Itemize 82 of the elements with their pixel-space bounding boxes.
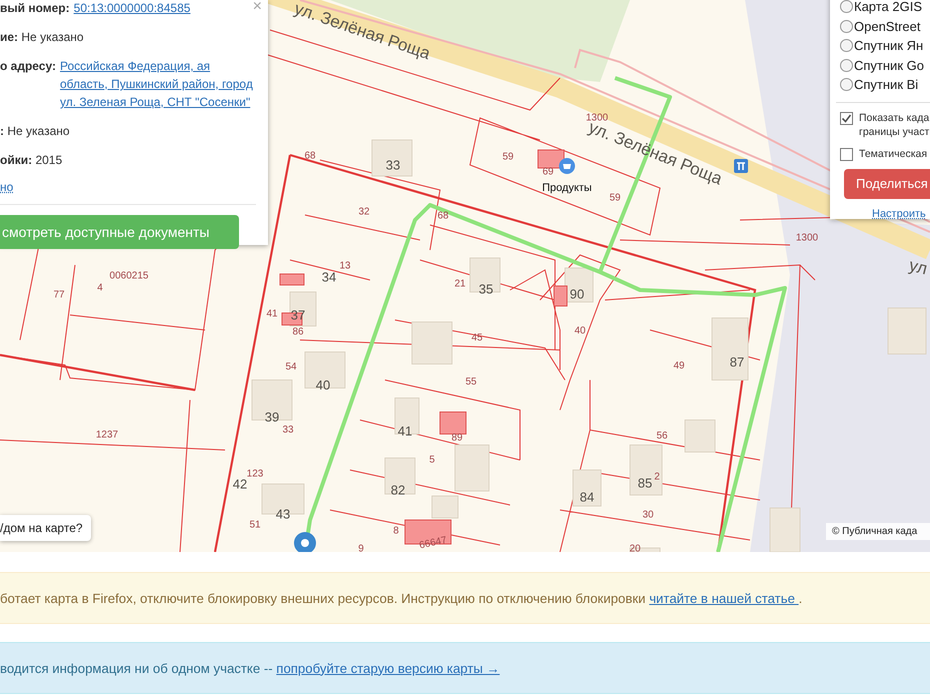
property-link[interactable]: Российская Федерация, ая область, Пушкинский район, город ул. Зеленая Роща, СНТ "Сосенки" [60,57,256,111]
map-hint[interactable]: /дом на карте? [0,515,91,541]
house-number: 39 [264,409,280,424]
parcel-number: 30 [642,510,654,521]
house-number: 41 [398,423,412,438]
house-number: 37 [290,307,306,322]
parcel-number: 13 [339,260,351,272]
checkbox-label: Тематическая [859,146,928,160]
parcel-number: 54 [285,362,297,373]
parcel-number: 56 [656,430,668,442]
checkbox[interactable] [840,112,853,124]
parcel-number: 68 [437,210,449,222]
notice-text: водится информация ни об одном участке -- попробуйте старую версию карты → [0,660,500,676]
radio-button[interactable] [840,39,853,52]
property-row: о адресу: Российская Федерация, ая область, Пушкинский район, город ул. Зеленая Роща, СНТ "Сосенки" [0,57,256,111]
property-row-text: вый номер: 50:13:0000000:84585 [0,0,192,17]
share-button[interactable]: Поделиться [844,168,930,198]
parcel-number: 0060215 [110,270,148,282]
property-row-text: ойки: 2015 [0,152,64,169]
radio-button[interactable] [840,58,853,72]
parcel-number: 20 [629,544,641,552]
house-number: 42 [232,476,248,492]
shop-marker-icon [559,158,575,174]
parcel-number: 86 [292,326,304,338]
property-row-text: : Не указано [0,123,71,140]
parcel-number: 1300 [586,112,608,124]
parcel-number: 123 [246,468,264,480]
house-number: 84 [580,489,594,504]
house-number: 90 [570,286,584,302]
radio-label: Спутник Bi [854,77,918,92]
settings-link[interactable]: Настроить [872,208,930,220]
radio-button[interactable] [840,0,853,14]
parcel-number: 41 [266,308,278,320]
house-number: 85 [638,475,652,490]
parcel-number: 33 [282,424,294,436]
checkbox-label: Показать када границы участ [859,110,930,138]
house-number: 43 [276,506,290,522]
parcel-number: 55 [465,376,477,388]
radio-label: Спутник Go [854,58,924,73]
radio-label: Спутник Ян [854,38,924,54]
property-link[interactable]: 50:13:0000000:84585 [74,0,190,17]
house-number: 34 [322,269,336,284]
parcel-number: 45 [471,332,483,344]
radio-label: OpenStreet [854,18,920,34]
parcel-number: 89 [451,432,463,444]
parcel-number: 68 [304,150,316,162]
radio-button[interactable] [840,78,853,92]
house-number: 82 [390,482,406,498]
notice-text: ботает карта в Firefox, отключите блокировку внешних ресурсов. Инструкцию по отключению блокировки читайте в нашей статье . [0,590,802,606]
parcel-number: 5 [429,454,435,466]
radio-button[interactable] [840,20,853,33]
parcel-number: 59 [502,152,514,163]
location-pin-icon [294,532,316,552]
checkbox[interactable] [840,148,853,160]
parcel-number: 77 [53,290,65,301]
parcel-number: 69 [542,166,554,178]
parcel-number: 40 [574,326,586,337]
parcel-number: 51 [249,520,261,531]
parcel-number: 9 [358,544,364,552]
property-row-text: ие: Не указано [0,29,85,46]
house-number: 87 [730,354,744,370]
house-number: 40 [316,377,330,392]
map-attribution: © Публичная када [826,523,930,540]
bus-stop-icon [734,159,748,173]
parcel-number: 2 [654,472,660,483]
street-label: ул [907,256,930,278]
parcel-number: 4 [97,282,103,294]
parcel-number: 32 [358,206,370,218]
parcel-number: 1300 [796,232,818,244]
notice-link[interactable]: читайте в нашей статье [649,590,799,606]
parcel-number: 59 [609,192,621,204]
parcel-number: 8 [393,526,399,537]
house-number: 33 [386,157,400,172]
more-link[interactable]: но [0,180,14,194]
parcel-number: 1237 [96,430,118,441]
notice-link[interactable]: попробуйте старую версию карты → [276,660,500,676]
poi-label: Продукты [542,182,592,194]
parcel-number: 49 [673,360,685,372]
radio-label: Карта 2GIS [854,0,922,14]
house-number: 35 [478,281,494,296]
parcel-number: 21 [454,278,466,290]
parcel-number: 66647 [418,534,448,552]
